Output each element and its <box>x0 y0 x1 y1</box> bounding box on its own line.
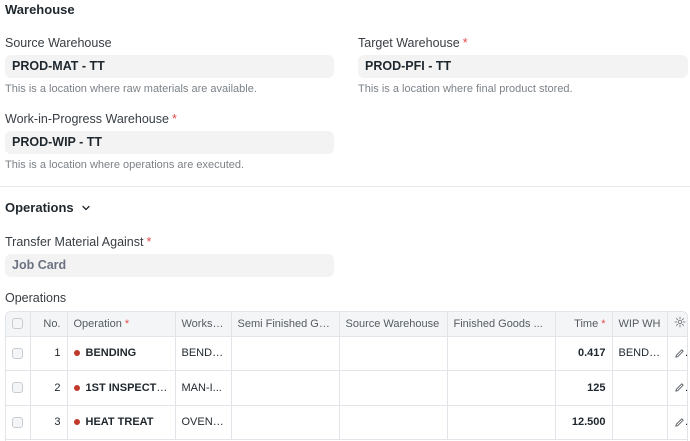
operation-name: HEAT TREAT <box>85 416 154 429</box>
col-header-finished-goods[interactable]: Finished Goods ... <box>447 312 556 337</box>
required-marker: * <box>601 317 606 330</box>
cell-time[interactable]: 0.417 <box>555 336 613 371</box>
target-warehouse-label-text: Target Warehouse <box>358 36 460 50</box>
checkbox-icon[interactable] <box>12 416 24 428</box>
cell-operation[interactable]: HEAT TREAT <box>67 405 176 440</box>
row-checkbox[interactable] <box>6 405 31 440</box>
select-all-checkbox[interactable] <box>6 312 31 337</box>
cell-workstation[interactable]: BEND-... <box>175 336 232 371</box>
chevron-down-icon <box>81 205 90 210</box>
source-warehouse-label: Source Warehouse <box>5 36 112 50</box>
cell-operation[interactable]: BENDING <box>67 336 176 371</box>
wip-warehouse-field[interactable]: PROD-WIP - TT <box>5 131 334 154</box>
required-marker: * <box>146 235 152 249</box>
row-number: 3 <box>30 405 68 440</box>
pencil-icon[interactable] <box>674 417 685 428</box>
cell-wip-wh[interactable] <box>612 405 668 440</box>
operations-section-toggle[interactable]: Operations <box>5 200 92 215</box>
table-row[interactable]: 1 BENDING BEND-... 0.417 BEND-... <box>6 336 687 371</box>
transfer-material-select[interactable]: Job Card <box>5 254 334 277</box>
wip-warehouse-help: This is a location where operations are … <box>5 159 245 171</box>
transfer-material-label: Transfer Material Against * <box>5 235 151 249</box>
cell-operation[interactable]: 1ST INSPECTION <box>67 370 176 406</box>
col-header-wip-wh[interactable]: WIP WH <box>612 312 668 337</box>
checkbox-icon[interactable] <box>12 347 24 359</box>
operation-name: 1ST INSPECTION <box>85 381 175 394</box>
operations-grid: No. Operation * Workst... Semi Finished G… <box>5 311 688 441</box>
cell-time[interactable]: 125 <box>555 370 613 406</box>
wip-warehouse-label: Work-in-Progress Warehouse * <box>5 112 177 126</box>
status-dot-icon <box>73 419 80 426</box>
row-number: 2 <box>30 370 68 406</box>
required-marker: * <box>171 112 177 126</box>
row-edit-button[interactable] <box>667 405 687 440</box>
col-header-semi-finished[interactable]: Semi Finished Go... <box>231 312 340 337</box>
row-edit-button[interactable] <box>667 336 687 371</box>
cell-semi-finished[interactable] <box>231 370 340 406</box>
status-dot-icon <box>73 384 80 391</box>
source-warehouse-field[interactable]: PROD-MAT - TT <box>5 55 334 78</box>
row-number: 1 <box>30 336 68 371</box>
cell-source-warehouse[interactable] <box>339 370 448 406</box>
section-title-warehouse: Warehouse <box>5 2 75 17</box>
checkbox-icon[interactable] <box>12 318 24 330</box>
col-header-workstation[interactable]: Workst... <box>175 312 232 337</box>
col-header-time-text: Time <box>574 317 599 330</box>
target-warehouse-field[interactable]: PROD-PFI - TT <box>358 55 688 78</box>
cell-source-warehouse[interactable] <box>339 405 448 440</box>
column-settings-button[interactable] <box>667 312 687 337</box>
col-header-time[interactable]: Time * <box>555 312 613 337</box>
cell-workstation[interactable]: MAN-I... <box>175 370 232 406</box>
table-row[interactable]: 3 HEAT TREAT OVEN-... 12.500 <box>6 405 687 440</box>
gear-icon[interactable] <box>674 316 686 328</box>
status-dot-icon <box>73 350 80 357</box>
wip-warehouse-label-text: Work-in-Progress Warehouse <box>5 112 169 126</box>
cell-wip-wh[interactable]: BEND-... <box>612 336 668 371</box>
row-checkbox[interactable] <box>6 370 31 406</box>
transfer-material-label-text: Transfer Material Against <box>5 235 144 249</box>
operation-name: BENDING <box>85 347 137 360</box>
required-marker: * <box>462 36 468 50</box>
target-warehouse-label: Target Warehouse * <box>358 36 468 50</box>
row-edit-button[interactable] <box>667 370 687 406</box>
checkbox-icon[interactable] <box>12 382 24 394</box>
operations-table-label: Operations <box>5 291 67 305</box>
cell-workstation[interactable]: OVEN-... <box>175 405 232 440</box>
cell-semi-finished[interactable] <box>231 336 340 371</box>
cell-source-warehouse[interactable] <box>339 336 448 371</box>
cell-semi-finished[interactable] <box>231 405 340 440</box>
cell-time[interactable]: 12.500 <box>555 405 613 440</box>
cell-finished-goods[interactable] <box>447 336 556 371</box>
pencil-icon[interactable] <box>674 348 685 359</box>
target-warehouse-help: This is a location where final product s… <box>358 83 573 95</box>
col-header-no: No. <box>30 312 68 337</box>
cell-wip-wh[interactable] <box>612 370 668 406</box>
required-marker: * <box>124 317 130 330</box>
source-warehouse-help: This is a location where raw materials a… <box>5 83 257 95</box>
table-row[interactable]: 2 1ST INSPECTION MAN-I... 125 <box>6 370 687 406</box>
cell-finished-goods[interactable] <box>447 370 556 406</box>
source-warehouse-label-text: Source Warehouse <box>5 36 112 50</box>
col-header-operation[interactable]: Operation * <box>67 312 176 337</box>
section-divider <box>0 186 690 187</box>
pencil-icon[interactable] <box>674 382 685 393</box>
col-header-operation-text: Operation <box>73 317 122 330</box>
section-title-operations: Operations <box>5 200 74 215</box>
col-header-source-warehouse[interactable]: Source Warehouse <box>339 312 448 337</box>
cell-finished-goods[interactable] <box>447 405 556 440</box>
row-checkbox[interactable] <box>6 336 31 371</box>
grid-header-row: No. Operation * Workst... Semi Finished G… <box>6 312 687 337</box>
